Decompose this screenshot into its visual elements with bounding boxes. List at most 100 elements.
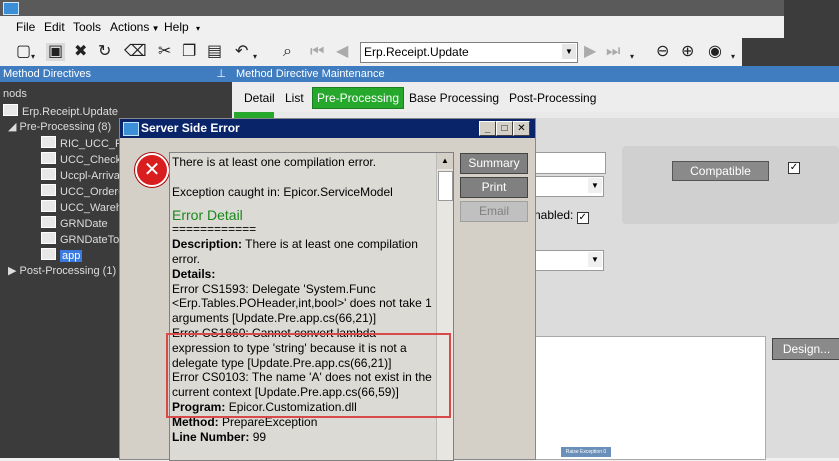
home-icon[interactable]: ◉ [708,43,722,61]
tree-node-root[interactable]: nods [3,88,27,100]
delete-icon[interactable]: ✖ [74,43,87,61]
tree-item[interactable]: RIC_UCC_Re [41,136,129,150]
search-icon[interactable]: ⌕ [283,43,292,61]
enabled-label: nabled: [534,208,574,222]
print-button[interactable]: Print [460,177,528,198]
separator-rule: ============ [172,222,257,237]
first-record-icon[interactable]: ⏮ [310,43,324,61]
tree-item[interactable]: GRNDateToo [41,232,125,246]
tree-node-method[interactable]: Erp.Receipt.Update [3,104,118,118]
directive-maintenance-header: Method Directive Maintenance [232,66,839,82]
tree-item[interactable]: GRNDate [41,216,108,230]
tab-pre-processing[interactable]: Pre-Processing [312,87,405,109]
tab-list[interactable]: List [285,91,304,105]
tree-item-label: Uccpl-Arriva [60,170,120,182]
tree-item[interactable]: Uccpl-Arriva [41,168,120,182]
tab-base-processing[interactable]: Base Processing [409,91,499,105]
forward-icon[interactable]: ⊕ [681,43,694,61]
title-bar-dark-region [784,0,839,16]
menu-actions[interactable]: Actions ▼ [110,20,160,34]
save-icon[interactable]: ▣ [46,43,66,61]
directive-name-field[interactable] [532,152,606,174]
details-label: Details: [172,266,216,281]
menu-file[interactable]: File [16,20,35,34]
error-summary-line: There is at least one compilation error. [172,155,377,169]
minimize-icon[interactable]: _ [479,121,496,136]
new-dropdown-icon[interactable]: ▾ [31,48,35,66]
email-button[interactable]: Email [460,201,528,222]
tree-item[interactable]: UCC_OrderC [41,184,126,198]
line-number-value: 99 [252,429,267,444]
enabled-checkbox[interactable]: ✓ [576,212,589,224]
undo-dropdown-icon[interactable]: ▾ [253,48,257,66]
maximize-icon[interactable]: □ [496,121,513,136]
chevron-down-icon[interactable]: ▼ [562,44,576,59]
method-combo[interactable]: Erp.Receipt.Update ▼ [360,42,578,63]
folder-icon [41,248,56,260]
dialog-title-bar[interactable]: Server Side Error _ □ ✕ [120,119,535,138]
undo-icon[interactable]: ↶ [235,43,248,61]
menu-overflow-icon[interactable]: ▾ [196,24,200,33]
tab-post-processing[interactable]: Post-Processing [509,91,596,105]
compatibility-panel: Compatible ✓ [622,146,839,224]
copy-icon[interactable]: ❐ [182,43,196,61]
tree-node-pre-label: Pre-Processing (8) [19,121,112,133]
dialog-app-icon [123,122,139,136]
next-record-icon[interactable]: ▶ [584,43,596,61]
tree-item-label: app [60,250,83,262]
annotation-highlight-box [166,333,451,418]
toolbar-overflow-icon[interactable]: ▾ [731,48,735,66]
nav-dropdown-icon[interactable]: ▾ [630,48,634,66]
app-icon [3,2,19,15]
tree-item[interactable]: UCC_Wareh [41,200,122,214]
previous-record-icon[interactable]: ◀ [336,43,348,61]
menu-tools[interactable]: Tools [73,20,101,34]
folder-icon [41,152,56,164]
last-record-icon[interactable]: ⏭ [606,43,620,61]
method-directives-title: Method Directives [3,68,92,80]
workflow-canvas[interactable]: Raise Exception 0 [528,336,766,460]
group-dropdown[interactable]: ▼ [532,176,604,197]
menu-edit[interactable]: Edit [44,20,65,34]
paste-icon[interactable]: ▤ [207,43,222,61]
cut-icon[interactable]: ✂ [158,43,171,61]
expand-arrow-icon[interactable]: ◢ [8,121,20,133]
tree-node-method-label: Erp.Receipt.Update [22,106,118,118]
tree-item-label: GRNDateToo [60,234,126,246]
app-title-bar [0,0,839,16]
expand-arrow-icon[interactable]: ▶ [8,265,20,277]
folder-icon [41,168,56,180]
line-number-label: Line Number: [172,429,250,444]
directive-maintenance-title: Method Directive Maintenance [236,68,385,80]
scroll-thumb[interactable] [438,171,453,201]
tree-item[interactable]: UCC_Check [41,152,121,166]
back-icon[interactable]: ⊖ [656,43,669,61]
enabled-checkbox-row: nabled: ✓ [534,208,589,224]
folder-icon [41,200,56,212]
summary-button[interactable]: Summary [460,153,528,174]
scroll-up-icon[interactable]: ▲ [437,153,453,169]
pin-icon[interactable]: ⊥ [216,66,226,82]
folder-icon [41,232,56,244]
close-icon[interactable]: ✕ [513,121,530,136]
detail-line: Error CS1593: Delegate 'System.Func <Erp… [172,281,432,326]
chevron-down-icon[interactable]: ▼ [588,178,602,193]
compatible-checkbox[interactable]: ✓ [788,162,800,174]
new-icon[interactable]: ▢ [16,43,31,61]
canvas-node[interactable]: Raise Exception 0 [561,447,611,457]
tree-node-post-processing[interactable]: ▶ Post-Processing (1) [8,264,116,277]
tree-item-selected[interactable]: app [41,248,83,262]
tree-node-pre-processing[interactable]: ◢ Pre-Processing (8) [8,120,111,133]
toolbar: ▢ ▾ ▣ ✖ ↻ ⌫ ✂ ❐ ▤ ↶ ▾ ⌕ ⏮ ◀ Erp.Receipt.… [0,38,839,66]
design-button[interactable]: Design... [772,338,839,360]
tree-item-label: UCC_OrderC [60,186,127,198]
tree-node-post-label: Post-Processing (1) [19,265,117,277]
tab-detail[interactable]: Detail [244,91,275,105]
clear-icon[interactable]: ⌫ [124,43,147,61]
refresh-icon[interactable]: ↻ [98,43,111,61]
chevron-down-icon[interactable]: ▼ [588,252,602,267]
menu-help[interactable]: Help [164,20,189,34]
error-icon: ✕ [135,153,169,187]
compatible-button[interactable]: Compatible [672,161,769,181]
order-dropdown[interactable]: ▼ [532,250,604,271]
